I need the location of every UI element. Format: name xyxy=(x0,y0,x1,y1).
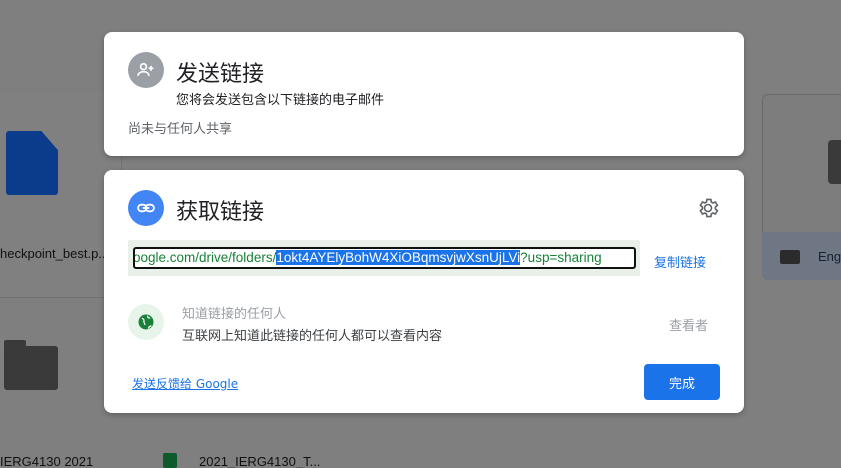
background-folder-label: IERG4130 2021 xyxy=(0,454,94,468)
link-selected-text: 1okt4AYElyBohW4XiOBqmsvjwXsnUjLVi xyxy=(276,250,521,265)
gear-icon[interactable] xyxy=(696,196,720,220)
background-right-label: Eng xyxy=(818,249,841,264)
background-file-label: heckpoint_best.p... xyxy=(0,246,110,261)
get-link-title: 获取链接 xyxy=(176,200,265,225)
shared-folder-icon xyxy=(4,340,58,390)
link-suffix: ?usp=sharing xyxy=(520,250,602,265)
role-dropdown[interactable]: 查看者 xyxy=(669,315,708,334)
background-sheet-label: 2021_IERG4130_T... xyxy=(199,454,321,468)
send-link-card[interactable]: 发送链接 您将会发送包含以下链接的电子邮件 尚未与任何人共享 xyxy=(104,32,744,156)
background-right-thumb xyxy=(828,140,841,184)
person-add-icon xyxy=(128,52,164,88)
link-icon xyxy=(128,190,164,226)
globe-icon xyxy=(128,304,164,340)
send-link-subtitle: 您将会发送包含以下链接的电子邮件 xyxy=(176,93,385,108)
send-feedback-link[interactable]: 发送反馈给 Google xyxy=(132,375,238,392)
access-scope-title[interactable]: 知道链接的任何人 xyxy=(182,303,286,322)
copy-link-button[interactable]: 复制链接 xyxy=(654,252,706,271)
link-row: oogle.com/drive/folders/1okt4AYElyBohW4X… xyxy=(128,240,640,276)
shared-folder-icon xyxy=(780,250,800,264)
access-scope-description: 互联网上知道此链接的任何人都可以查看内容 xyxy=(182,329,443,344)
done-button[interactable]: 完成 xyxy=(644,364,720,400)
get-link-card: 获取链接 oogle.com/drive/folders/1okt4AYElyB… xyxy=(104,170,744,413)
share-status: 尚未与任何人共享 xyxy=(128,122,233,137)
share-link-input[interactable]: oogle.com/drive/folders/1okt4AYElyBohW4X… xyxy=(133,247,636,269)
send-link-title: 发送链接 xyxy=(176,62,265,87)
sheets-icon xyxy=(163,453,177,468)
link-prefix: oogle.com/drive/folders/ xyxy=(133,250,277,265)
